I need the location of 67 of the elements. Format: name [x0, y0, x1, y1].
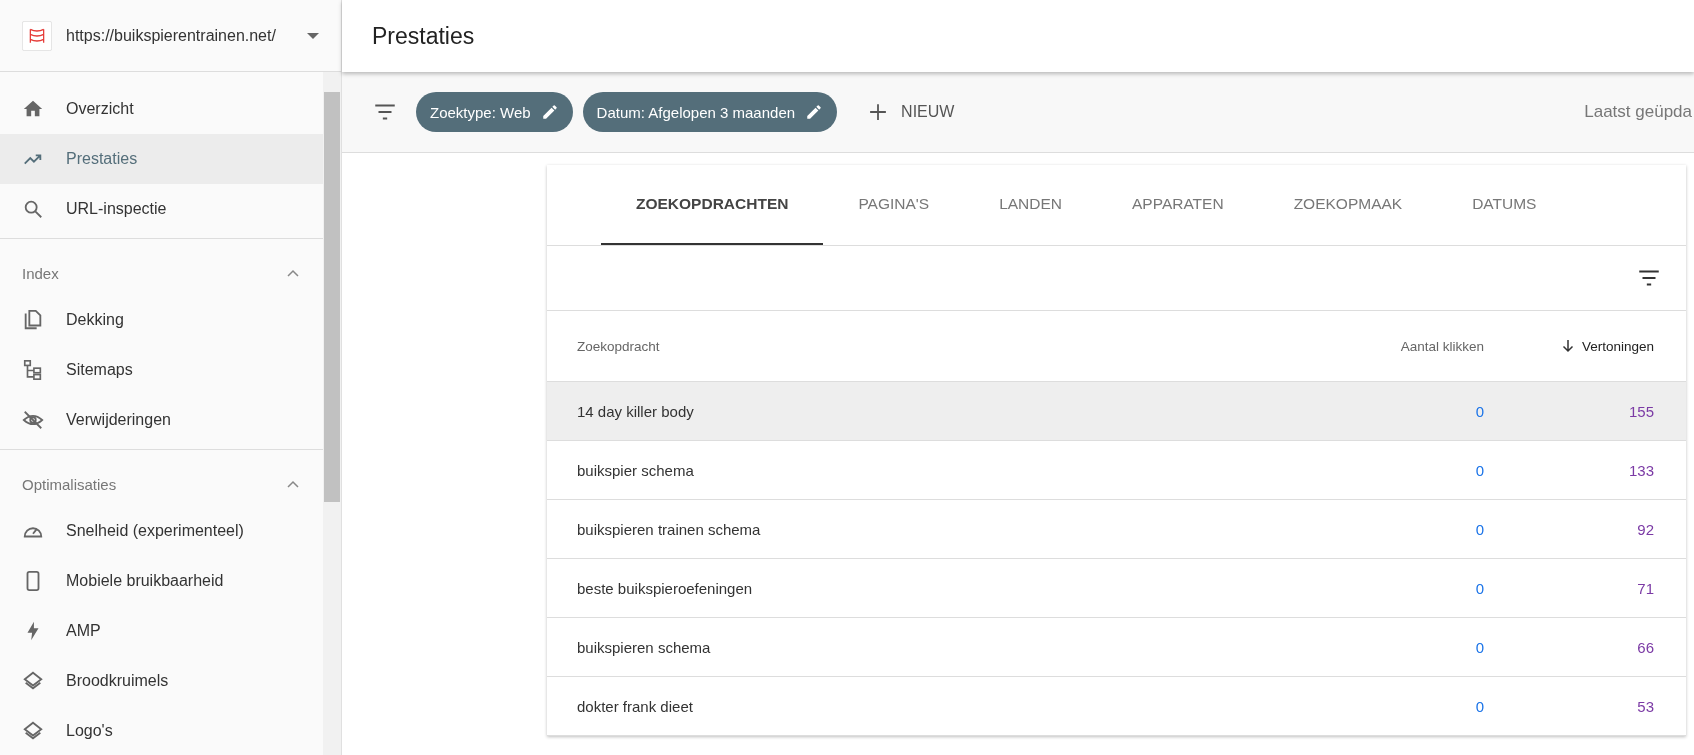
layers-icon: [22, 720, 44, 742]
sidebar-item[interactable]: Prestaties: [0, 134, 323, 184]
impressions-cell-text: 66: [1636, 638, 1654, 656]
tab[interactable]: ZOEKOPMAAK: [1258, 165, 1438, 245]
table-row[interactable]: beste buikspieroefeningen 0 71: [547, 559, 1686, 618]
impressions-cell-text: 53: [1636, 697, 1654, 715]
impressions-cell-text: 133: [1627, 461, 1654, 479]
query-cell-text: beste buikspieroefeningen: [577, 579, 754, 597]
table-row[interactable]: 14 day killer body 0 155: [547, 382, 1686, 441]
section-heading: Index: [22, 264, 60, 282]
sidebar-item[interactable]: Logo's: [0, 706, 323, 755]
sidebar-item[interactable]: URL-inspectie: [0, 184, 323, 234]
sidebar-item[interactable]: Broodkruimels: [0, 656, 323, 706]
plus-icon: [869, 103, 888, 121]
sitemap-icon: [22, 359, 44, 381]
sort-down-arrow-icon[interactable]: [1561, 339, 1574, 353]
last-updated-text: Laatst geüpda: [1584, 102, 1693, 122]
scrollbar[interactable]: [323, 72, 341, 755]
sidebar-item[interactable]: Dekking: [0, 295, 323, 345]
crossed-eye-icon: [22, 409, 44, 431]
column-header[interactable]: Aantal klikken: [1284, 338, 1484, 354]
sidebar-item[interactable]: Overzicht: [0, 84, 323, 134]
query-cell-text: buikspieren schema: [577, 638, 712, 656]
tab[interactable]: LANDEN: [964, 165, 1098, 245]
page-title: Prestaties: [372, 22, 475, 50]
impressions-cell-text: 92: [1636, 520, 1654, 538]
new-filter-button[interactable]: NIEUW: [847, 92, 969, 132]
sidebar-item[interactable]: AMP: [0, 606, 323, 656]
pencil-icon: [540, 103, 559, 121]
impressions-cell-text: 155: [1627, 402, 1654, 420]
clicks-cell-text: 0: [1474, 697, 1484, 715]
column-header[interactable]: Zoekopdracht: [577, 338, 1284, 354]
documents-icon: [22, 309, 44, 331]
query-cell-text: buikspieren trainen schema: [577, 520, 762, 538]
search-icon: [22, 198, 44, 220]
tab[interactable]: ZOEKOPDRACHTEN: [601, 165, 824, 245]
tab[interactable]: DATUMS: [1437, 165, 1572, 245]
query-cell-text: buikspier schema: [577, 461, 695, 479]
impressions-cell-text: 71: [1636, 579, 1654, 597]
clicks-cell-text: 0: [1474, 461, 1484, 479]
logo-icon: [22, 20, 52, 51]
section-heading: Optimalisaties: [22, 475, 118, 493]
sidebar-item[interactable]: Snelheid (experimenteel): [0, 506, 323, 556]
tab[interactable]: APPARATEN: [1097, 165, 1259, 245]
filter-chip[interactable]: Zoektype: Web: [416, 92, 573, 132]
sidebar-item[interactable]: Sitemaps: [0, 345, 323, 395]
column-header[interactable]: Vertoningen: [1581, 338, 1654, 354]
dropdown-caret-icon[interactable]: [307, 32, 319, 39]
clicks-cell-text: 0: [1474, 402, 1484, 420]
collapse-chevron-icon[interactable]: [287, 269, 299, 277]
sidebar-item[interactable]: Verwijderingen: [0, 395, 323, 445]
query-cell-text: dokter frank dieet: [577, 697, 694, 715]
tab[interactable]: PAGINA'S: [823, 165, 965, 245]
filter-chip[interactable]: Datum: Afgelopen 3 maanden: [582, 92, 838, 132]
table-row[interactable]: buikspier schema 0 133: [547, 441, 1686, 500]
query-cell-text: 14 day killer body: [577, 402, 695, 420]
table-row[interactable]: dokter frank dieet 0 53: [547, 677, 1686, 736]
property-url[interactable]: https://buikspierentrainen.net/: [66, 26, 293, 45]
table-row[interactable]: buikspieren trainen schema 0 92: [547, 500, 1686, 559]
clicks-cell-text: 0: [1474, 638, 1484, 656]
pencil-icon: [805, 103, 824, 121]
clicks-cell-text: 0: [1474, 579, 1484, 597]
sidebar-item[interactable]: Mobiele bruikbaarheid: [0, 556, 323, 606]
collapse-chevron-icon[interactable]: [287, 480, 299, 488]
clicks-cell-text: 0: [1474, 520, 1484, 538]
table-row[interactable]: buikspieren schema 0 66: [547, 618, 1686, 677]
layers-icon: [22, 670, 44, 692]
